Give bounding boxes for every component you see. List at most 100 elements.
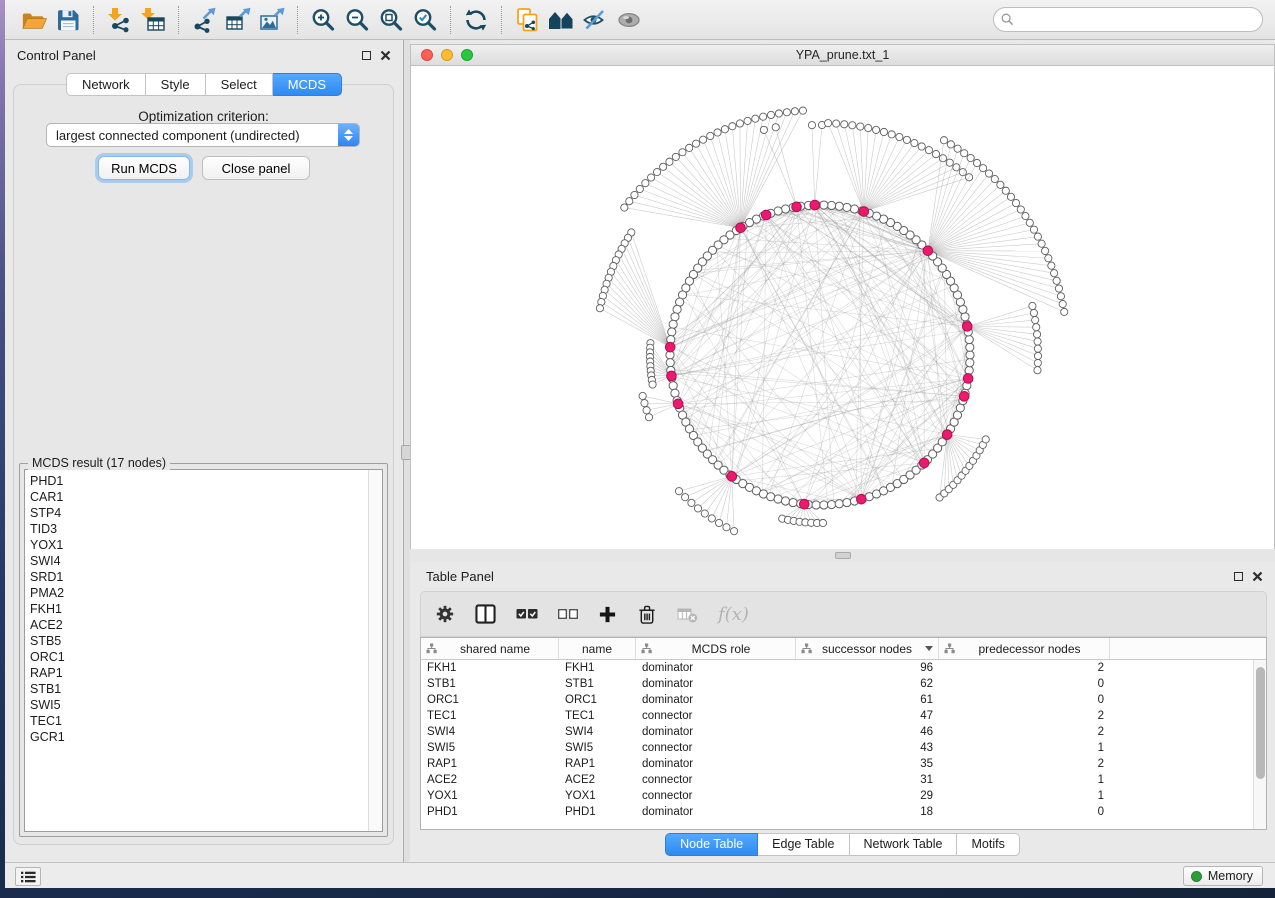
tab-select[interactable]: Select [206, 73, 273, 96]
table-row[interactable]: YOX1YOX1connector291 [421, 788, 1253, 804]
close-panel-icon[interactable] [380, 50, 391, 61]
close-panel-button[interactable]: Close panel [202, 156, 310, 180]
zoom-selected-icon[interactable] [408, 5, 442, 35]
search-input[interactable] [1018, 13, 1255, 27]
memory-button[interactable]: Memory [1183, 866, 1263, 886]
search-box[interactable] [993, 7, 1263, 32]
zoom-fit-icon[interactable] [374, 5, 408, 35]
tab-network[interactable]: Network [66, 73, 146, 96]
network-window: YPA_prune.txt_1 [410, 44, 1275, 549]
network-canvas[interactable] [410, 66, 1275, 549]
control-panel-header: Control Panel [17, 46, 391, 64]
horizontal-splitter[interactable] [410, 549, 1275, 562]
column-header-mcds-role[interactable]: MCDS role [636, 638, 796, 659]
import-network-icon[interactable] [102, 5, 136, 35]
float-panel-icon[interactable] [362, 51, 371, 60]
tab-mcds[interactable]: MCDS [273, 73, 342, 96]
table-cell: 43 [796, 740, 939, 756]
table-cell: ORC1 [559, 692, 636, 708]
criterion-dropdown[interactable]: largest connected component (undirected) [46, 123, 360, 147]
show-column-icon[interactable] [475, 604, 496, 624]
tab-motifs[interactable]: Motifs [957, 833, 1019, 856]
open-file-icon[interactable] [17, 5, 51, 35]
control-panel: Control Panel Network Style Select MCDS … [5, 40, 404, 862]
add-column-icon[interactable] [598, 605, 617, 624]
mcds-result-group-title: MCDS result (17 nodes) [28, 456, 170, 470]
table-row[interactable]: SWI5SWI5connector431 [421, 740, 1253, 756]
mcds-result-item[interactable]: TEC1 [30, 713, 368, 729]
select-all-columns-icon[interactable] [516, 606, 538, 622]
table-scrollbar[interactable] [1253, 660, 1266, 829]
hide-selected-icon[interactable] [578, 5, 612, 35]
save-session-icon[interactable] [51, 5, 85, 35]
mcds-result-item[interactable]: STB5 [30, 633, 368, 649]
optimization-criterion-label: Optimization criterion: [14, 109, 393, 124]
duplicate-network-icon[interactable] [510, 5, 544, 35]
run-mcds-button[interactable]: Run MCDS [98, 156, 190, 180]
tab-style[interactable]: Style [146, 73, 206, 96]
table-cell: ORC1 [421, 692, 559, 708]
table-row[interactable]: RAP1RAP1dominator352 [421, 756, 1253, 772]
mcds-result-item[interactable]: SRD1 [30, 569, 368, 585]
export-network-icon[interactable] [187, 5, 221, 35]
mcds-result-item[interactable]: PHD1 [30, 473, 368, 489]
node-table[interactable]: shared name name MCDS role successor nod… [420, 637, 1267, 830]
mcds-result-item[interactable]: STB1 [30, 681, 368, 697]
table-toolbar: f(x) [420, 591, 1267, 637]
splitter-handle[interactable] [835, 552, 851, 559]
close-panel-icon[interactable] [1252, 571, 1263, 582]
first-neighbors-icon[interactable] [544, 5, 578, 35]
table-row[interactable]: TEC1TEC1connector472 [421, 708, 1253, 724]
table-row[interactable]: FKH1FKH1dominator962 [421, 660, 1253, 676]
table-settings-gear-icon[interactable] [435, 604, 455, 624]
zoom-in-icon[interactable] [306, 5, 340, 35]
column-header-name[interactable]: name [559, 638, 636, 659]
table-cell: 62 [796, 676, 939, 692]
table-row[interactable]: STB1STB1dominator620 [421, 676, 1253, 692]
export-image-icon[interactable] [255, 5, 289, 35]
table-row[interactable]: ORC1ORC1dominator610 [421, 692, 1253, 708]
mcds-result-item[interactable]: STP4 [30, 505, 368, 521]
mcds-result-item[interactable]: PMA2 [30, 585, 368, 601]
table-row[interactable]: ACE2ACE2connector311 [421, 772, 1253, 788]
toolbar-separator [297, 6, 298, 34]
show-all-icon[interactable] [612, 5, 646, 35]
import-table-icon[interactable] [136, 5, 170, 35]
export-table-icon[interactable] [221, 5, 255, 35]
zoom-out-icon[interactable] [340, 5, 374, 35]
delete-column-icon[interactable] [637, 604, 657, 625]
tab-network-table[interactable]: Network Table [850, 833, 958, 856]
mcds-list-scrollbar[interactable] [368, 470, 382, 831]
table-body[interactable]: FKH1FKH1dominator962STB1STB1dominator620… [421, 660, 1253, 829]
tab-node-table[interactable]: Node Table [665, 833, 758, 856]
scrollbar-thumb[interactable] [1256, 667, 1265, 779]
table-cell [1110, 676, 1253, 692]
tab-edge-table[interactable]: Edge Table [758, 833, 849, 856]
column-header-successor-nodes[interactable]: successor nodes [796, 638, 939, 659]
mcds-result-item[interactable]: RAP1 [30, 665, 368, 681]
refresh-icon[interactable] [459, 5, 493, 35]
mcds-result-item[interactable]: GCR1 [30, 729, 368, 745]
table-cell: RAP1 [559, 756, 636, 772]
task-history-button[interactable] [15, 867, 41, 886]
toolbar-separator [450, 6, 451, 34]
table-row[interactable]: SWI4SWI4dominator462 [421, 724, 1253, 740]
table-row[interactable]: PHD1PHD1dominator180 [421, 804, 1253, 820]
float-panel-icon[interactable] [1234, 572, 1243, 581]
mcds-result-item[interactable]: FKH1 [30, 601, 368, 617]
mcds-result-item[interactable]: SWI5 [30, 697, 368, 713]
mcds-result-item[interactable]: SWI4 [30, 553, 368, 569]
mcds-result-item[interactable]: ORC1 [30, 649, 368, 665]
network-titlebar[interactable]: YPA_prune.txt_1 [410, 44, 1275, 66]
column-header-shared-name[interactable]: shared name [421, 638, 559, 659]
column-header-predecessor-nodes[interactable]: predecessor nodes [939, 638, 1110, 659]
table-cell [1110, 788, 1253, 804]
mcds-result-item[interactable]: CAR1 [30, 489, 368, 505]
mcds-result-item[interactable]: YOX1 [30, 537, 368, 553]
table-cell: ACE2 [421, 772, 559, 788]
table-cell: SWI5 [421, 740, 559, 756]
deselect-all-columns-icon[interactable] [558, 607, 578, 621]
table-cell [1110, 772, 1253, 788]
mcds-result-item[interactable]: ACE2 [30, 617, 368, 633]
mcds-result-item[interactable]: TID3 [30, 521, 368, 537]
